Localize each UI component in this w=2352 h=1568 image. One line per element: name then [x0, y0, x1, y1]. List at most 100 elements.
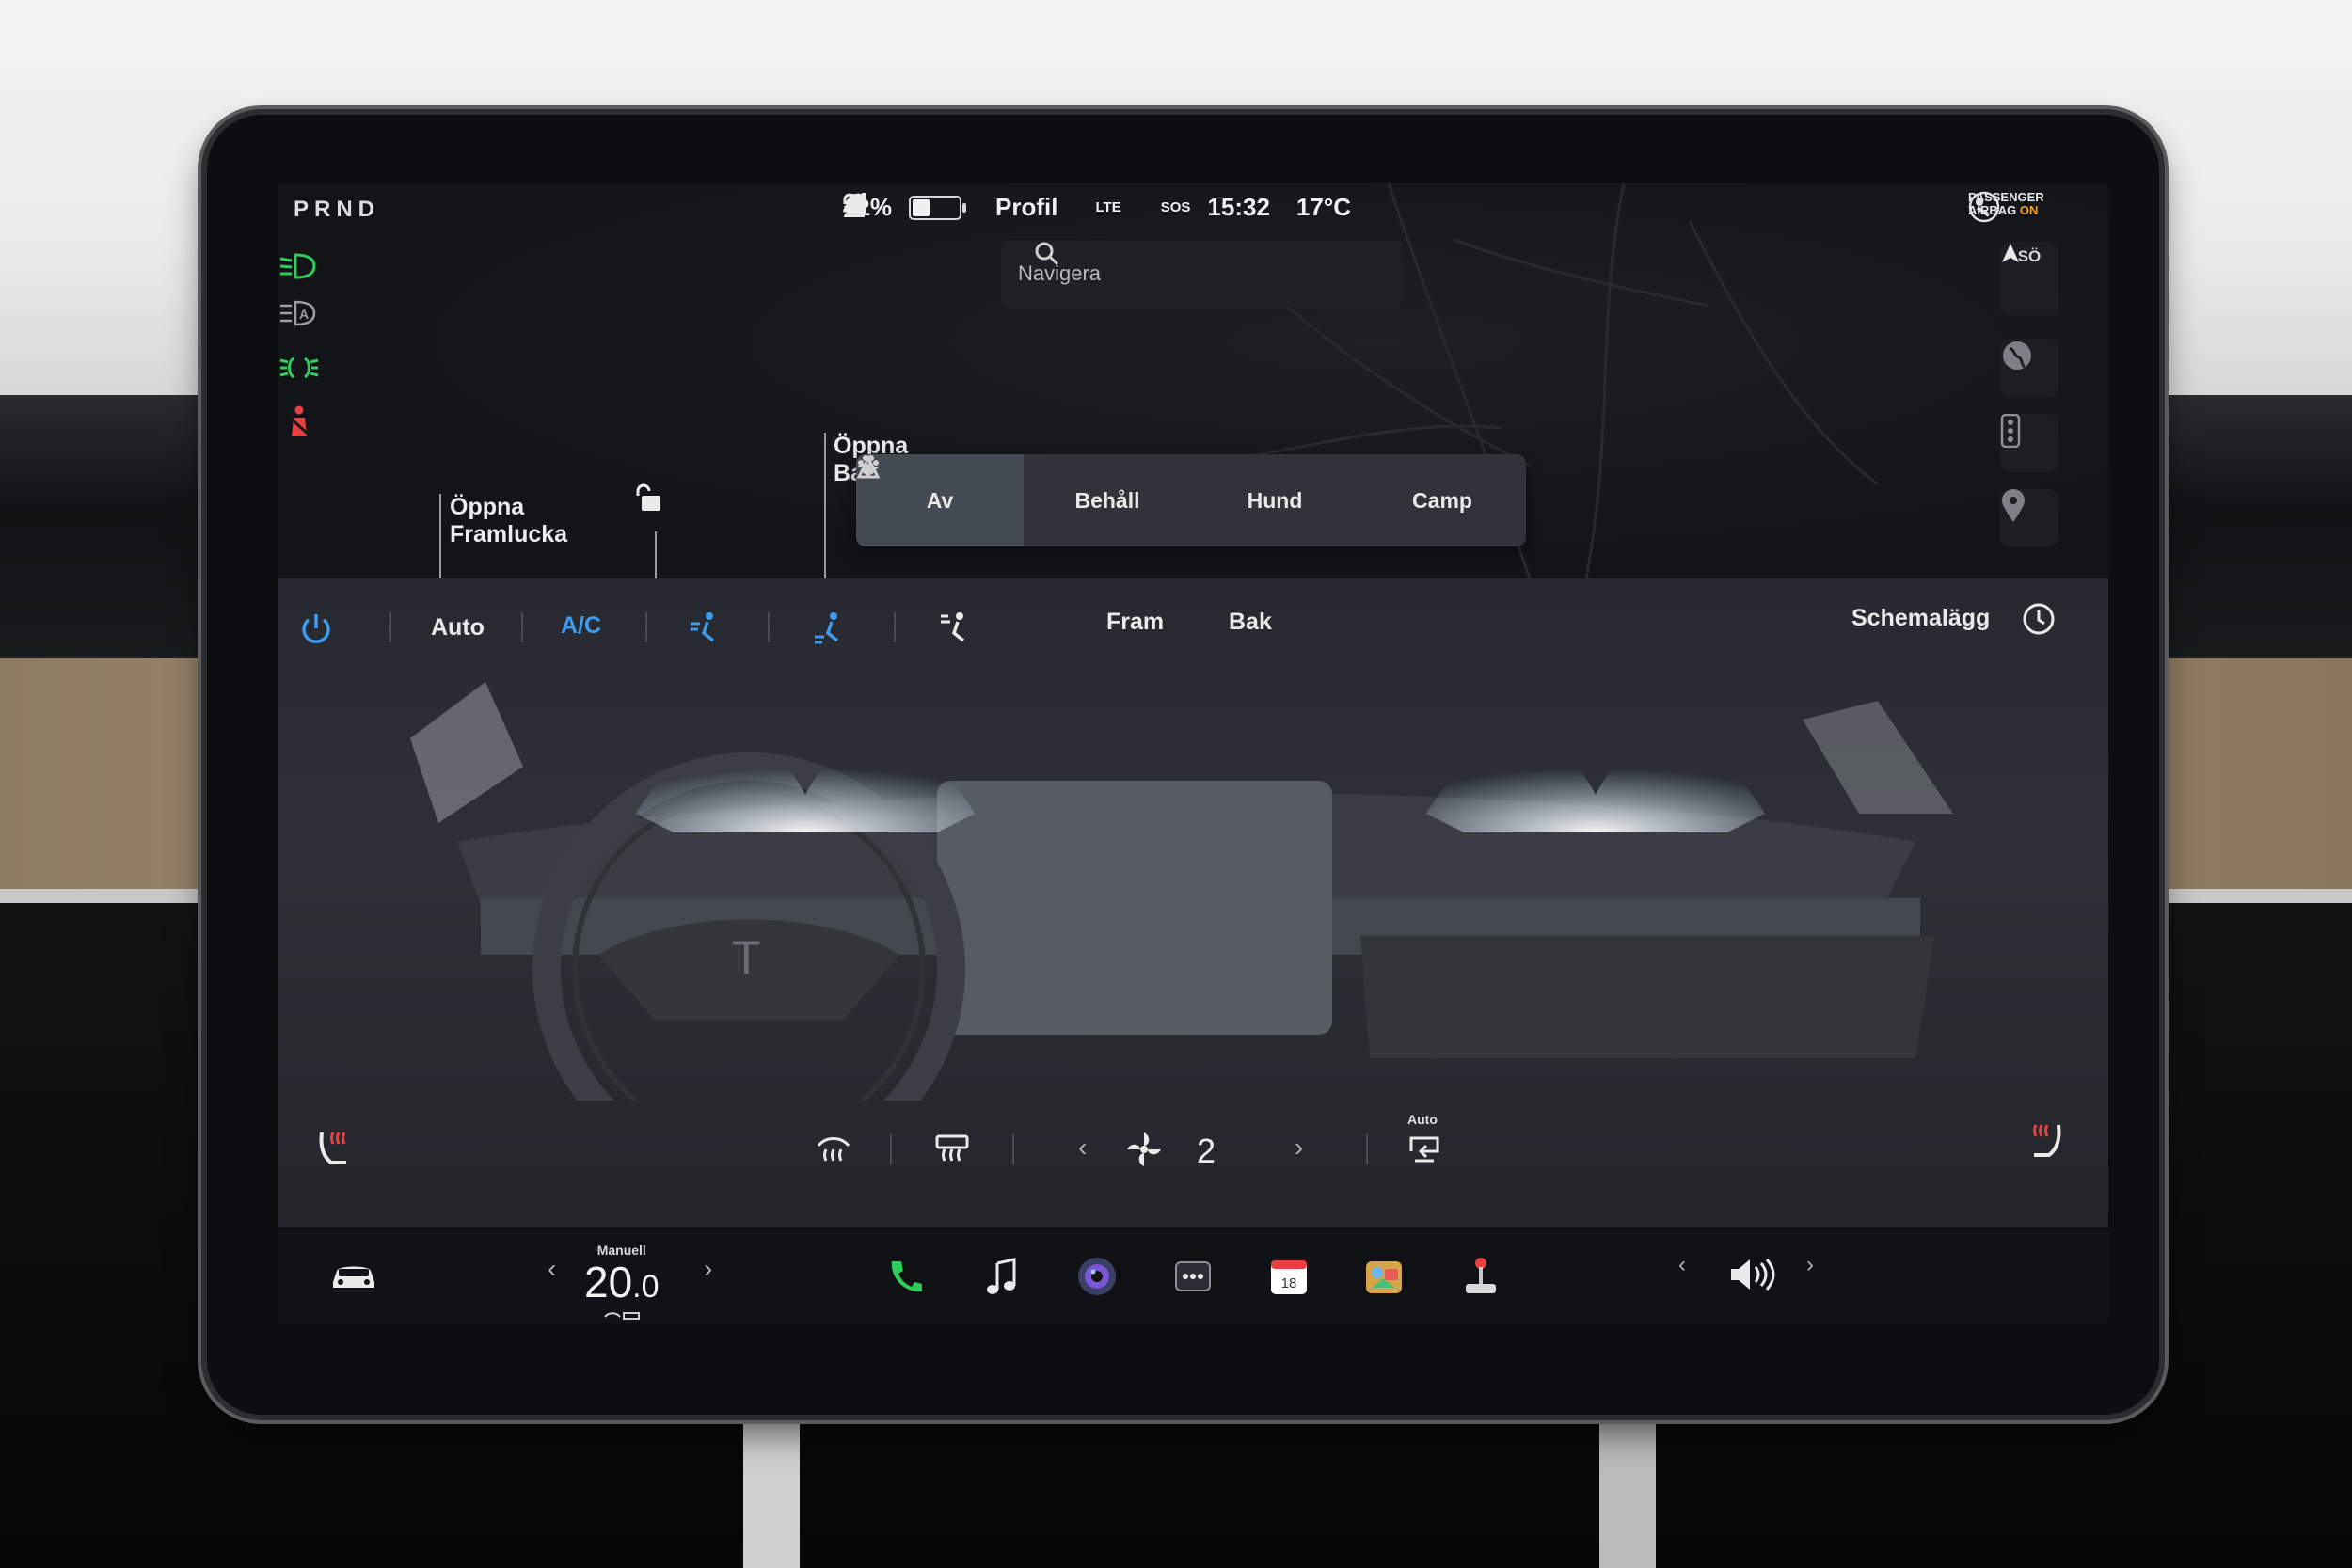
navigation-search[interactable]: Navigera [1001, 240, 1404, 308]
volume-increase-button[interactable]: › [1806, 1252, 1814, 1278]
volume-decrease-button[interactable]: ‹ [1678, 1252, 1686, 1278]
keep-mode-camp-label: Camp [1412, 487, 1472, 513]
keep-mode-keep[interactable]: Behåll [858, 454, 1191, 546]
frunk-label-line-1: Öppna [450, 494, 525, 520]
profile-label: Profil [995, 193, 1058, 221]
auto-button[interactable]: Auto [431, 614, 485, 641]
battery-icon [909, 195, 967, 220]
weather: 17°C [846, 193, 1351, 222]
svg-text:T: T [732, 931, 761, 984]
keep-mode-dog[interactable]: Hund [858, 454, 1359, 546]
airflow-windshield-icon[interactable] [937, 610, 971, 644]
recirc-mode-label: Auto [1407, 1112, 1438, 1127]
clock-icon[interactable] [2021, 601, 2057, 637]
toolbar-separator [389, 612, 391, 642]
toolbar-separator [768, 612, 770, 642]
profile-button[interactable]: Profil [844, 193, 1058, 222]
callout-line-left [439, 494, 441, 578]
seatbelt-warning-icon [288, 405, 310, 436]
fan-decrease-button[interactable]: ‹ [1078, 1132, 1087, 1163]
airbag-icon [1968, 191, 2000, 223]
toolbar-separator [894, 612, 896, 642]
defrost-rear-icon[interactable] [933, 1132, 971, 1164]
defrost-status-icon [603, 1312, 640, 1320]
keep-mode-dog-label: Hund [1247, 487, 1303, 513]
temp-mode-label: Manuell [596, 1243, 646, 1258]
traffic-button[interactable] [2000, 414, 2058, 472]
calendar-app[interactable]: 18 [1264, 1252, 1313, 1301]
touchscreen: PRND A 41% [278, 183, 2108, 1323]
climate-keep-mode-selector: Av Behåll Hund Camp [856, 454, 1526, 546]
frunk-label-line-2: Framlucka [450, 521, 568, 547]
airbag-state: ON [2019, 203, 2039, 217]
climate-bottom-row: ‹ 2 › Auto [278, 1101, 2108, 1204]
camera-icon [1078, 1258, 1116, 1295]
more-apps[interactable] [1168, 1252, 1217, 1301]
temp-whole: 20 [584, 1258, 633, 1307]
rain-cloud-icon [846, 193, 869, 217]
climate-toolbar: Auto A/C Fram Bak Schemalägg [278, 578, 2108, 682]
more-icon [1175, 1261, 1211, 1291]
traffic-light-icon [2000, 414, 2021, 448]
globe-icon [2003, 341, 2031, 370]
sos-indicator: SOS [843, 193, 1190, 215]
music-app[interactable] [977, 1252, 1025, 1301]
outside-temp: 17°C [1295, 193, 1351, 221]
keep-mode-camp[interactable]: Camp [856, 454, 1526, 546]
clock: 15:32 [1207, 193, 1270, 221]
row-separator [890, 1134, 892, 1164]
frunk-unlock-icon[interactable] [634, 483, 662, 515]
rear-zone-tab[interactable]: Bak [1229, 609, 1272, 636]
camera-app[interactable] [1073, 1252, 1121, 1301]
parking-lights-icon [279, 356, 319, 379]
keep-mode-keep-label: Behåll [1074, 487, 1140, 513]
defrost-front-icon[interactable] [815, 1132, 852, 1164]
temp-decrease-button[interactable]: ‹ [548, 1254, 556, 1284]
fan-increase-button[interactable]: › [1295, 1132, 1303, 1163]
ac-button[interactable]: A/C [561, 612, 601, 640]
temp-increase-button[interactable]: › [704, 1254, 712, 1284]
power-icon[interactable] [297, 610, 335, 648]
fan-speed-value: 2 [1197, 1132, 1216, 1170]
seat-heater-left-icon[interactable] [316, 1129, 354, 1166]
keep-mode-off-label: Av [926, 487, 954, 513]
phone-icon [891, 1261, 922, 1292]
calendar-icon: 18 [1271, 1260, 1307, 1294]
music-icon [987, 1258, 1016, 1294]
open-frunk-button[interactable]: Öppna Framlucka [450, 494, 567, 548]
toybox-app[interactable] [1360, 1252, 1409, 1301]
network-label: LTE [1095, 199, 1121, 215]
arcade-app[interactable] [1456, 1252, 1505, 1301]
search-icon [1035, 242, 1059, 266]
phone-app[interactable] [881, 1252, 930, 1301]
tent-icon [856, 454, 881, 479]
low-beam-icon [279, 253, 316, 279]
bottom-dock: ‹ Manuell 20.0 › 18 ‹ › [278, 1227, 2108, 1323]
joystick-icon [1466, 1258, 1496, 1293]
recirculation-icon[interactable] [1406, 1132, 1443, 1164]
fan-icon [1127, 1132, 1161, 1166]
row-separator [1366, 1134, 1368, 1164]
console-edge-left [743, 1392, 800, 1568]
navigation-arrow-icon [2002, 244, 2019, 262]
lte-signal: LTE [845, 193, 1121, 215]
pin-button[interactable] [2000, 489, 2058, 547]
calendar-day: 18 [1281, 1275, 1297, 1291]
row-separator [1012, 1134, 1014, 1164]
schedule-button[interactable]: Schemalägg [1851, 605, 1990, 632]
map-view[interactable]: PRND A 41% [278, 183, 2108, 578]
seat-heater-right-icon[interactable] [2026, 1121, 2064, 1159]
compass-button[interactable]: SÖ [2000, 242, 2058, 315]
gear-indicator: PRND [294, 197, 381, 222]
airflow-face-icon[interactable] [687, 610, 721, 644]
keep-mode-off[interactable]: Av [856, 454, 1024, 546]
volume-icon[interactable] [1727, 1256, 1776, 1293]
front-zone-tab[interactable]: Fram [1106, 609, 1164, 636]
toybox-icon [1366, 1261, 1402, 1293]
globe-button[interactable] [2000, 339, 2058, 397]
car-icon[interactable] [329, 1259, 378, 1293]
airflow-feet-icon[interactable] [811, 610, 845, 644]
climate-panel: Auto A/C Fram Bak Schemalägg T ‹ 2 › Aut… [278, 578, 2108, 1227]
callout-line-right [655, 531, 657, 578]
driver-temperature[interactable]: Manuell 20.0 [584, 1243, 660, 1323]
